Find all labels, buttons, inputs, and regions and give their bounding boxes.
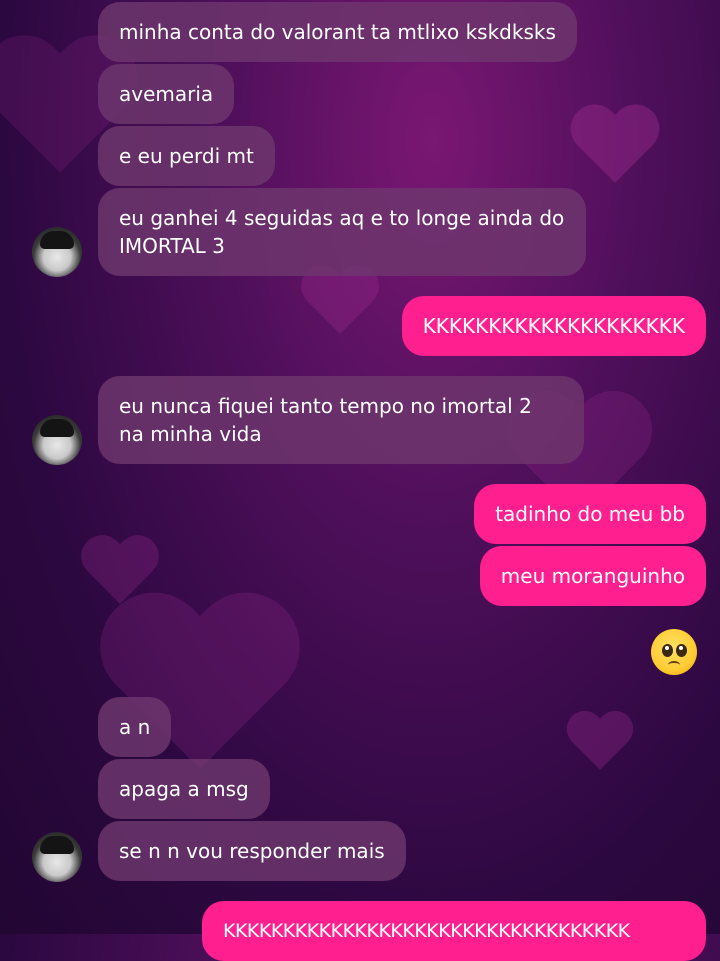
message-text: tadinho do meu bb (495, 502, 685, 526)
contact-avatar[interactable] (32, 832, 82, 882)
message-text: eu nunca fiquei tanto tempo no imortal 2… (119, 394, 532, 446)
incoming-message-bubble[interactable]: avemaria (98, 64, 235, 124)
message-text: KKKKKKKKKKKKKKKKKKKKKKKKKKKKKKKKKK (223, 920, 630, 942)
heart-decoration (78, 537, 162, 614)
emoji-eye (662, 644, 673, 657)
incoming-message-bubble[interactable]: minha conta do valorant ta mtlixo kskdks… (98, 2, 577, 62)
message-text: eu ganhei 4 seguidas aq e to longe ainda… (119, 206, 565, 258)
pleading-face-emoji[interactable] (651, 629, 697, 675)
outgoing-message-bubble[interactable]: KKKKKKKKKKKKKKKKKKKKKKKKKKKKKKKKKK (202, 901, 706, 961)
message-text: meu moranguinho (500, 564, 685, 588)
emoji-eye (676, 644, 687, 657)
incoming-message-bubble[interactable]: se n n vou responder mais (98, 821, 406, 881)
message-text: e eu perdi mt (119, 144, 254, 168)
incoming-message-bubble[interactable]: a n (98, 697, 172, 757)
message-text: apaga a msg (119, 777, 249, 801)
message-text: se n n vou responder mais (119, 839, 385, 863)
outgoing-message-bubble[interactable]: KKKKKKKKKKKKKKKKKKKK (401, 296, 706, 356)
outgoing-message-bubble[interactable]: tadinho do meu bb (474, 484, 706, 544)
heart-decoration (567, 106, 663, 194)
message-text: minha conta do valorant ta mtlixo kskdks… (119, 20, 556, 44)
heart-decoration (298, 267, 382, 344)
message-text: KKKKKKKKKKKKKKKKKKKK (422, 314, 685, 338)
incoming-message-bubble[interactable]: apaga a msg (98, 759, 270, 819)
incoming-message-bubble[interactable]: eu nunca fiquei tanto tempo no imortal 2… (98, 376, 584, 464)
contact-avatar[interactable] (32, 415, 82, 465)
incoming-message-bubble[interactable]: e eu perdi mt (98, 126, 275, 186)
outgoing-message-bubble[interactable]: meu moranguinho (479, 546, 706, 606)
message-text: avemaria (119, 82, 214, 106)
emoji-mouth (668, 661, 680, 669)
contact-avatar[interactable] (32, 227, 82, 277)
heart-decoration (564, 712, 636, 778)
incoming-message-bubble[interactable]: eu ganhei 4 seguidas aq e to longe ainda… (98, 188, 586, 276)
message-text: a n (119, 715, 151, 739)
